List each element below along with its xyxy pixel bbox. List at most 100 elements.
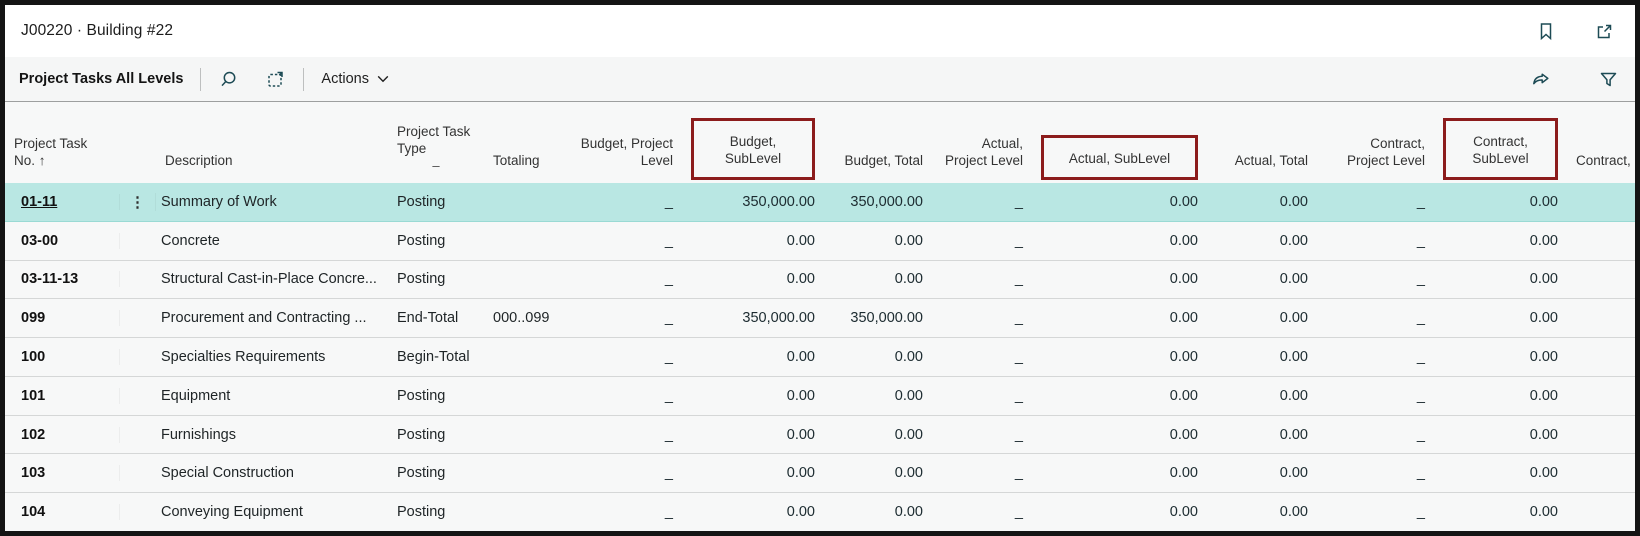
cell-contract_project_level[interactable]: _ xyxy=(1317,233,1434,249)
cell-contract_project_level[interactable]: _ xyxy=(1317,349,1434,365)
cell-budget_total[interactable]: 0.00 xyxy=(824,349,932,365)
cell-description[interactable]: Furnishings xyxy=(156,427,388,443)
cell-budget_sublevel[interactable]: 0.00 xyxy=(682,349,824,365)
table-row[interactable]: 099 Procurement and Contracting ...End-To… xyxy=(5,299,1635,338)
cell-contract_sublevel[interactable]: 0.00 xyxy=(1434,504,1567,520)
cell-budget_total[interactable]: 0.00 xyxy=(824,388,932,404)
cell-actual_sublevel[interactable]: 0.00 xyxy=(1032,388,1207,404)
table-row[interactable]: 101EquipmentPosting_0.000.00_0.000.00_0.… xyxy=(5,377,1635,416)
cell-totaling[interactable]: 000..099 xyxy=(484,310,564,326)
column-header-type[interactable]: Project Task Type– xyxy=(388,123,484,183)
cell-contract_sublevel[interactable]: 0.00 xyxy=(1434,271,1567,287)
cell-budget_project_level[interactable]: _ xyxy=(564,349,682,365)
cell-contract_sublevel[interactable]: 0.00 xyxy=(1434,465,1567,481)
cell-contract_project_level[interactable]: _ xyxy=(1317,504,1434,520)
cell-budget_total[interactable]: 0.00 xyxy=(824,504,932,520)
cell-contract_sublevel[interactable]: 0.00 xyxy=(1434,349,1567,365)
cell-actual_project_level[interactable]: _ xyxy=(932,388,1032,404)
cell-contract_project_level[interactable]: _ xyxy=(1317,465,1434,481)
table-row[interactable]: 03-11-13 Structural Cast-in-Place Concre.… xyxy=(5,261,1635,300)
table-row[interactable]: 103Special ConstructionPosting_0.000.00_… xyxy=(5,454,1635,493)
cell-actual_total[interactable]: 0.00 xyxy=(1207,233,1317,249)
cell-budget_project_level[interactable]: _ xyxy=(564,233,682,249)
cell-contract_sublevel[interactable]: 0.00 xyxy=(1434,194,1567,210)
cell-actual_sublevel[interactable]: 0.00 xyxy=(1032,233,1207,249)
cell-budget_project_level[interactable]: _ xyxy=(564,194,682,210)
cell-description[interactable]: Conveying Equipment xyxy=(156,504,388,520)
cell-contract_project_level[interactable]: _ xyxy=(1317,194,1434,210)
cell-budget_project_level[interactable]: _ xyxy=(564,388,682,404)
bookmark-icon[interactable] xyxy=(1536,21,1556,42)
cell-type[interactable]: Posting xyxy=(388,388,484,404)
cell-actual_project_level[interactable]: _ xyxy=(932,427,1032,443)
cell-no[interactable]: 099 xyxy=(5,310,120,326)
cell-actual_project_level[interactable]: _ xyxy=(932,271,1032,287)
cell-budget_sublevel[interactable]: 0.00 xyxy=(682,271,824,287)
cell-contract_project_level[interactable]: _ xyxy=(1317,310,1434,326)
cell-budget_sublevel[interactable]: 0.00 xyxy=(682,465,824,481)
cell-budget_total[interactable]: 350,000.00 xyxy=(824,194,932,210)
cell-budget_sublevel[interactable]: 0.00 xyxy=(682,427,824,443)
cell-actual_sublevel[interactable]: 0.00 xyxy=(1032,349,1207,365)
column-header-contract_sublevel[interactable]: Contract, SubLevel xyxy=(1434,118,1567,183)
cell-actual_total[interactable]: 0.00 xyxy=(1207,388,1317,404)
cell-actual_total[interactable]: 0.00 xyxy=(1207,504,1317,520)
cell-contract_sublevel[interactable]: 0.00 xyxy=(1434,388,1567,404)
cell-type[interactable]: Posting xyxy=(388,504,484,520)
table-row[interactable]: 102FurnishingsPosting_0.000.00_0.000.00_… xyxy=(5,416,1635,455)
cell-description[interactable]: Structural Cast-in-Place Concre... xyxy=(156,271,388,287)
cell-budget_project_level[interactable]: _ xyxy=(564,465,682,481)
cell-budget_sublevel[interactable]: 0.00 xyxy=(682,388,824,404)
cell-actual_sublevel[interactable]: 0.00 xyxy=(1032,310,1207,326)
cell-budget_project_level[interactable]: _ xyxy=(564,504,682,520)
column-header-contract_truncated[interactable]: Contract, xyxy=(1567,152,1633,183)
cell-type[interactable]: Begin-Total xyxy=(388,349,484,365)
cell-no[interactable]: 03-00 xyxy=(5,233,120,249)
cell-type[interactable]: End-Total xyxy=(388,310,484,326)
cell-actual_sublevel[interactable]: 0.00 xyxy=(1032,194,1207,210)
cell-budget_total[interactable]: 0.00 xyxy=(824,233,932,249)
table-row[interactable]: 01-11⋮Summary of WorkPosting_350,000.003… xyxy=(5,183,1635,222)
cell-no[interactable]: 102 xyxy=(5,427,120,443)
cell-budget_project_level[interactable]: _ xyxy=(564,427,682,443)
cell-description[interactable]: Concrete xyxy=(156,233,388,249)
column-header-actual_total[interactable]: Actual, Total xyxy=(1207,152,1317,183)
cell-budget_sublevel[interactable]: 0.00 xyxy=(682,504,824,520)
cell-type[interactable]: Posting xyxy=(388,427,484,443)
cell-actual_total[interactable]: 0.00 xyxy=(1207,194,1317,210)
cell-type[interactable]: Posting xyxy=(388,194,484,210)
cell-no[interactable]: 101 xyxy=(5,388,120,404)
cell-type[interactable]: Posting xyxy=(388,233,484,249)
cell-description[interactable]: Summary of Work xyxy=(156,194,388,210)
cell-budget_sublevel[interactable]: 350,000.00 xyxy=(682,194,824,210)
cell-budget_sublevel[interactable]: 350,000.00 xyxy=(682,310,824,326)
cell-budget_project_level[interactable]: _ xyxy=(564,271,682,287)
search-icon[interactable] xyxy=(218,69,239,90)
cell-actual_project_level[interactable]: _ xyxy=(932,194,1032,210)
cell-description[interactable]: Equipment xyxy=(156,388,388,404)
cell-actual_total[interactable]: 0.00 xyxy=(1207,465,1317,481)
column-header-budget_sublevel[interactable]: Budget, SubLevel xyxy=(682,118,824,183)
table-row[interactable]: 100Specialties RequirementsBegin-Total_0… xyxy=(5,338,1635,377)
cell-contract_sublevel[interactable]: 0.00 xyxy=(1434,310,1567,326)
column-header-budget_project_level[interactable]: Budget, Project Level xyxy=(564,135,682,183)
cell-actual_total[interactable]: 0.00 xyxy=(1207,310,1317,326)
column-header-description[interactable]: Description xyxy=(156,152,388,183)
cell-no[interactable]: 03-11-13 xyxy=(5,271,120,287)
cell-actual_project_level[interactable]: _ xyxy=(932,310,1032,326)
cell-budget_total[interactable]: 0.00 xyxy=(824,465,932,481)
column-header-actual_project_level[interactable]: Actual, Project Level xyxy=(932,135,1032,183)
cell-actual_project_level[interactable]: _ xyxy=(932,465,1032,481)
cell-no[interactable]: 104 xyxy=(5,504,120,520)
cell-description[interactable]: Procurement and Contracting ... xyxy=(156,310,388,326)
cell-budget_project_level[interactable]: _ xyxy=(564,310,682,326)
cell-actual_project_level[interactable]: _ xyxy=(932,504,1032,520)
cell-actual_total[interactable]: 0.00 xyxy=(1207,349,1317,365)
cell-actual_total[interactable]: 0.00 xyxy=(1207,271,1317,287)
cell-no[interactable]: 103 xyxy=(5,465,120,481)
cell-actual_sublevel[interactable]: 0.00 xyxy=(1032,427,1207,443)
cell-budget_total[interactable]: 0.00 xyxy=(824,427,932,443)
cell-no[interactable]: 100 xyxy=(5,349,120,365)
cell-actual_sublevel[interactable]: 0.00 xyxy=(1032,465,1207,481)
cell-contract_project_level[interactable]: _ xyxy=(1317,271,1434,287)
